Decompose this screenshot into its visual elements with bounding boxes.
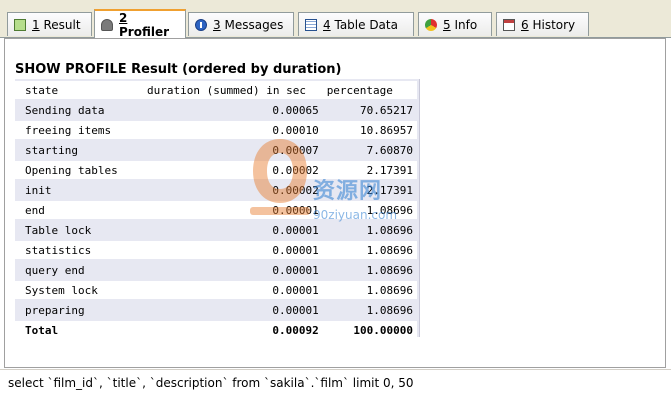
sql-query-text: select `film_id`, `title`, `description`…	[8, 376, 414, 390]
tab-profiler-label: Profiler	[119, 24, 170, 39]
cell-duration: 0.00001	[143, 201, 323, 219]
table-row[interactable]: Sending data 0.00065 70.65217	[15, 101, 417, 119]
table-header-row: state duration (summed) in sec percentag…	[15, 81, 417, 99]
cell-state: statistics	[15, 241, 144, 259]
cell-state: init	[25, 183, 52, 197]
cell-duration: 0.00001	[272, 303, 319, 317]
profiler-icon	[101, 18, 113, 31]
cell-percentage: 1.08696	[366, 303, 413, 317]
cell-state: Opening tables	[15, 161, 144, 179]
table-row[interactable]: System lock 0.00001 1.08696	[15, 281, 417, 299]
table-row[interactable]: preparing 0.00001 1.08696	[15, 301, 417, 319]
tab-info-label: Info	[454, 17, 478, 32]
cell-state: Table lock	[25, 223, 92, 237]
table-data-icon	[305, 18, 317, 31]
cell-duration: 0.00001	[272, 263, 319, 277]
tab-result[interactable]: 1 Result	[7, 12, 92, 36]
tab-history[interactable]: 6 History	[496, 12, 589, 36]
tab-info-number: 5	[443, 17, 451, 32]
tab-table-data[interactable]: 4 Table Data	[298, 12, 414, 36]
cell-state: end	[15, 201, 144, 219]
result-tab-strip: 1 Result 2 Profiler 3 Messages 4 Table D…	[0, 0, 671, 39]
info-icon	[425, 18, 437, 31]
tab-info[interactable]: 5 Info	[418, 12, 492, 36]
cell-percentage: 1.08696	[366, 223, 413, 237]
total-row[interactable]: Total 0.00092 100.00000	[15, 321, 417, 339]
table-row[interactable]: starting 0.00007 7.60870	[15, 141, 417, 159]
cell-percentage: 10.86957	[322, 121, 417, 139]
cell-duration: 0.00001	[272, 223, 319, 237]
cell-duration: 0.00002	[143, 161, 323, 179]
cell-state: Sending data	[25, 103, 105, 117]
cell-percentage: 70.65217	[360, 103, 413, 117]
cell-duration: 0.00010	[143, 121, 323, 139]
history-icon	[503, 18, 515, 31]
table-row[interactable]: statistics 0.00001 1.08696	[15, 241, 417, 259]
table-row[interactable]: Table lock 0.00001 1.08696	[15, 221, 417, 239]
tab-messages-number: 3	[213, 17, 221, 32]
tab-history-number: 6	[521, 17, 529, 32]
column-header-duration[interactable]: duration (summed) in sec	[143, 81, 323, 99]
column-header-state[interactable]: state	[15, 81, 144, 99]
cell-duration: 0.00065	[272, 103, 319, 117]
result-icon	[14, 18, 26, 31]
tab-messages-label: Messages	[224, 17, 284, 32]
column-header-percentage[interactable]: percentage	[322, 81, 417, 99]
tab-profiler-number: 2	[119, 10, 128, 25]
cell-state: preparing	[25, 303, 85, 317]
messages-icon	[195, 18, 207, 31]
cell-percentage: 1.08696	[322, 281, 417, 299]
cell-percentage: 1.08696	[322, 241, 417, 259]
cell-duration: 0.00001	[143, 241, 323, 259]
sql-query-bar[interactable]: select `film_id`, `title`, `description`…	[0, 369, 671, 400]
tab-history-label: History	[532, 17, 576, 32]
cell-duration: 0.00001	[143, 281, 323, 299]
tab-profiler[interactable]: 2 Profiler	[94, 9, 186, 39]
cell-state: freeing items	[15, 121, 144, 139]
cell-duration: 0.00002	[272, 183, 319, 197]
cell-duration: 0.00007	[272, 143, 319, 157]
watermark-subtext: 90ziyuan.com	[313, 208, 398, 222]
profile-title: SHOW PROFILE Result (ordered by duration…	[15, 62, 342, 77]
cell-percentage: 7.60870	[366, 143, 413, 157]
watermark-text: 资源网	[313, 179, 383, 204]
cell-total-duration: 0.00092	[143, 321, 323, 339]
table-row[interactable]: query end 0.00001 1.08696	[15, 261, 417, 279]
cell-state: System lock	[15, 281, 144, 299]
tab-result-label: Result	[43, 17, 81, 32]
cell-total-label: Total	[15, 321, 144, 339]
tab-messages[interactable]: 3 Messages	[188, 12, 294, 36]
cell-state: query end	[25, 263, 85, 277]
cell-state: starting	[25, 143, 78, 157]
cell-total-percentage: 100.00000	[322, 321, 417, 339]
cell-percentage: 1.08696	[366, 263, 413, 277]
table-row[interactable]: freeing items 0.00010 10.86957	[15, 121, 417, 139]
tab-table-data-label: Table Data	[334, 17, 398, 32]
tab-table-data-number: 4	[323, 17, 331, 32]
tab-result-number: 1	[32, 17, 40, 32]
